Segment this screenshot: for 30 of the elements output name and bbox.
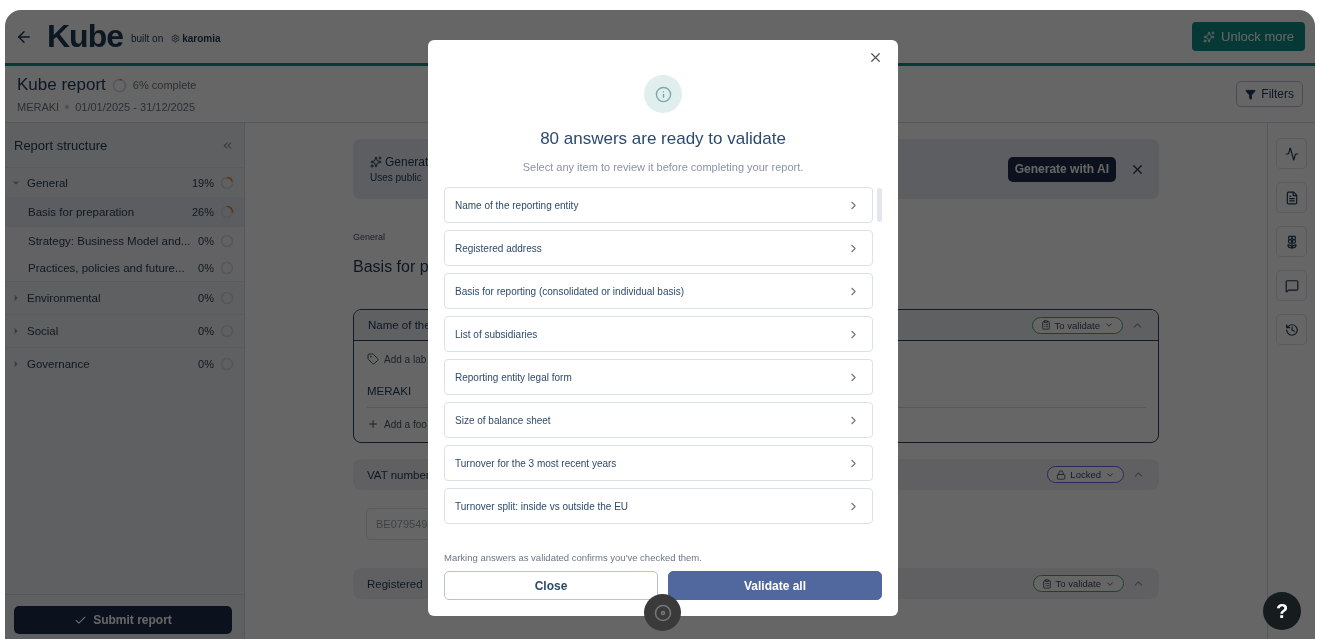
tree-label: Strategy: Business Model and... [28,234,192,247]
tree-percent: 0% [198,292,214,304]
tree-label: Environmental [27,292,102,304]
dialog-note: Marking answers as validated confirms you've checked them. [444,552,702,563]
report-period: 01/01/2025 - 31/12/2025 [75,101,196,113]
sidebar-title: Report structure [14,137,108,153]
dialog-subtitle: Select any item to review it before completing your report. [522,161,804,173]
tree-percent: 26% [191,206,214,218]
tree-percent: 0% [198,358,214,370]
question-title: VAT number [367,468,430,481]
report-title: Kube report [17,75,106,95]
tree-label: Basis for preparation [28,206,136,218]
tree-percent: 0% [198,261,214,274]
banner-subtitle: Uses public [370,172,423,183]
built-on-text: built on [131,33,164,44]
tree-percent: 0% [198,325,214,337]
tree-label: Governance [27,358,91,370]
question-title: Registered [367,577,423,590]
logo: Kube [47,18,123,55]
company-name: MERAKI [17,101,60,113]
tree-label: Social [27,325,60,337]
tree-label: General [27,176,69,189]
section-heading: Basis for p [353,258,430,276]
tree-label: Practices, policies and future... [28,261,186,274]
dialog-title: 80 answers are ready to validate [540,129,786,149]
banner-title: Generat [385,155,429,169]
tree-percent: 19% [191,176,214,189]
breadcrumb: General [353,232,387,242]
partner-logo: karomia [182,33,221,44]
tree-percent: 0% [198,234,214,247]
